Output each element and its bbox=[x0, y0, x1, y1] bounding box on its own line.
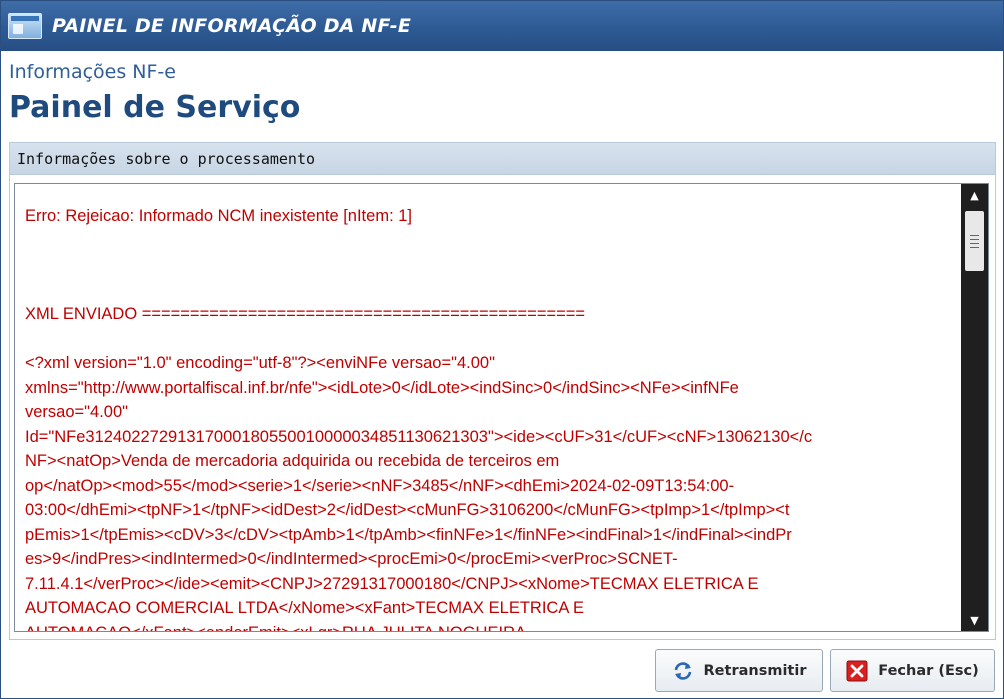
log-line: <?xml version="1.0" encoding="utf-8"?><e… bbox=[25, 354, 495, 372]
log-line: XML ENVIADO ============================… bbox=[25, 305, 585, 323]
log-line: NF><natOp>Venda de mercadoria adquirida … bbox=[25, 452, 560, 470]
vertical-scrollbar[interactable]: ▲ ▼ bbox=[961, 184, 988, 631]
nfe-info-window: PAINEL DE INFORMAÇÃO DA NF-E Informações… bbox=[0, 0, 1004, 699]
window-icon bbox=[8, 13, 42, 39]
log-line: es>9</indPres><indIntermed>0</indInterme… bbox=[25, 550, 678, 568]
page-title: Painel de Serviço bbox=[9, 90, 301, 125]
scroll-up-arrow-icon[interactable]: ▲ bbox=[961, 184, 988, 206]
log-line: xmlns="http://www.portalfiscal.inf.br/nf… bbox=[25, 378, 739, 397]
log-line: op</natOp><mod>55</mod><serie>1</serie><… bbox=[25, 476, 735, 495]
log-line: Id="NFe312402272913170001805500100000348… bbox=[25, 427, 813, 446]
retransmit-button-label: Retransmitir bbox=[703, 662, 807, 679]
processing-info-panel: Informações sobre o processamento Erro: … bbox=[9, 142, 996, 640]
scroll-thumb[interactable] bbox=[965, 211, 984, 271]
log-line: versao="4.00" bbox=[25, 403, 128, 421]
retransmit-button[interactable]: Retransmitir bbox=[655, 649, 823, 692]
title-bar: PAINEL DE INFORMAÇÃO DA NF-E bbox=[1, 1, 1003, 51]
log-line: 03:00</dhEmi><tpNF>1</tpNF><idDest>2</id… bbox=[25, 501, 790, 519]
log-line: AUTOMACAO COMERCIAL LTDA</xNome><xFant>T… bbox=[25, 599, 585, 617]
close-button-label: Fechar (Esc) bbox=[878, 662, 979, 679]
refresh-icon bbox=[672, 660, 694, 682]
scroll-down-arrow-icon[interactable]: ▼ bbox=[961, 609, 988, 631]
processing-log-text: Erro: Rejeicao: Informado NCM inexistent… bbox=[25, 204, 955, 632]
panel-header: Informações sobre o processamento bbox=[10, 143, 995, 175]
log-line: 7.11.4.1</verProc></ide><emit><CNPJ>2729… bbox=[25, 574, 759, 593]
log-line: Erro: Rejeicao: Informado NCM inexistent… bbox=[25, 207, 412, 225]
close-button[interactable]: Fechar (Esc) bbox=[830, 649, 995, 692]
log-line: pEmis>1</tpEmis><cDV>3</cDV><tpAmb>1</tp… bbox=[25, 525, 792, 544]
processing-log-textarea[interactable]: Erro: Rejeicao: Informado NCM inexistent… bbox=[14, 183, 989, 632]
window-title: PAINEL DE INFORMAÇÃO DA NF-E bbox=[52, 15, 412, 37]
close-icon bbox=[846, 660, 868, 682]
log-line: AUTOMACAO</xFant><enderEmit><xLgr>RUA JU… bbox=[25, 621, 955, 632]
page-subtitle: Informações NF-e bbox=[9, 61, 176, 83]
